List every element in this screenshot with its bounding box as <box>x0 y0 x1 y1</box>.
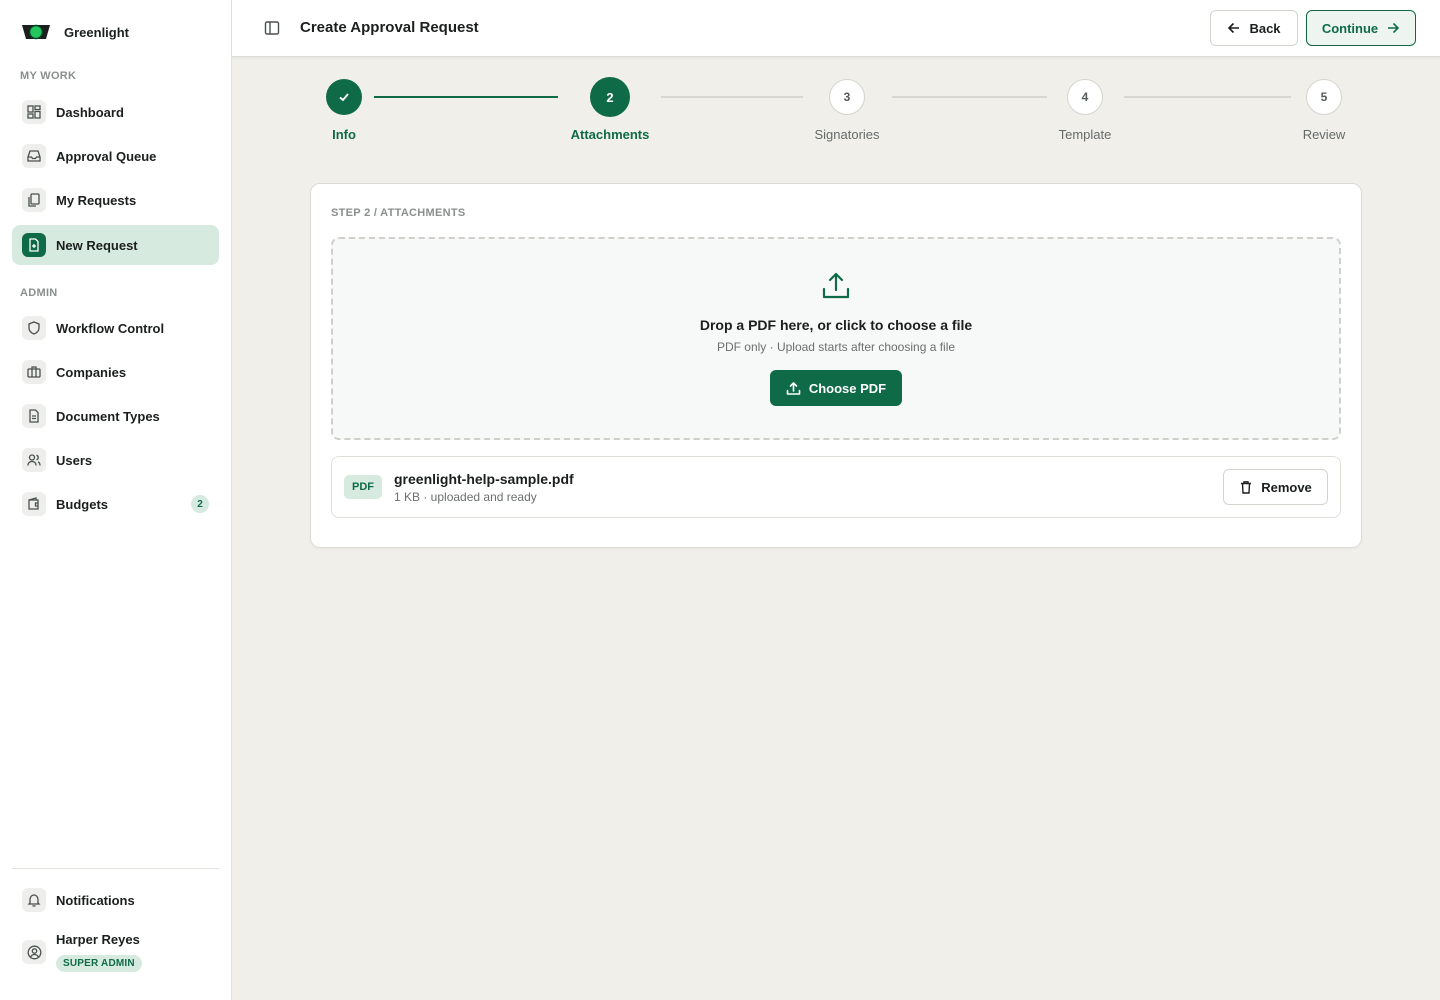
sidebar-item-label: Users <box>56 452 93 468</box>
budgets-count-badge: 2 <box>191 495 209 513</box>
sidebar-item-companies[interactable]: Companies <box>12 352 219 392</box>
arrow-right-icon <box>1386 21 1400 35</box>
step-5-circle[interactable]: 5 <box>1306 79 1342 115</box>
sidebar-toggle-icon[interactable] <box>262 18 282 38</box>
sidebar-item-approval-queue[interactable]: Approval Queue <box>12 136 219 176</box>
files-icon <box>22 188 46 212</box>
sidebar-item-label: My Requests <box>56 192 137 208</box>
section-label-admin: ADMIN <box>20 287 58 299</box>
sidebar-divider <box>12 868 219 869</box>
step-connector-1 <box>374 96 558 98</box>
user-role-badge: SUPER ADMIN <box>56 955 142 972</box>
brand[interactable]: Greenlight <box>20 19 129 45</box>
step-2-circle[interactable]: 2 <box>590 77 630 117</box>
top-bar: Create Approval Request Back Continue <box>232 0 1440 57</box>
remove-label: Remove <box>1261 479 1312 495</box>
inbox-icon <box>22 144 46 168</box>
arrow-left-icon <box>1227 21 1241 35</box>
upload-icon <box>821 271 851 301</box>
sidebar-item-document-types[interactable]: Document Types <box>12 396 219 436</box>
file-type-chip: PDF <box>344 475 382 499</box>
remove-file-button[interactable]: Remove <box>1223 469 1328 505</box>
bell-icon <box>22 888 46 912</box>
file-meta: 1 KB · uploaded and ready <box>394 490 537 504</box>
sidebar-item-label: Approval Queue <box>56 148 157 164</box>
continue-button[interactable]: Continue <box>1306 10 1416 46</box>
step-4-circle[interactable]: 4 <box>1067 79 1103 115</box>
traffic-light-logo-icon <box>20 21 52 43</box>
sidebar-item-my-requests[interactable]: My Requests <box>12 180 219 220</box>
pdf-dropzone[interactable]: Drop a PDF here, or click to choose a fi… <box>331 237 1341 440</box>
uploaded-file-row: PDF greenlight-help-sample.pdf 1 KB · up… <box>331 456 1341 518</box>
step-2-label: Attachments <box>570 127 650 142</box>
section-label-my-work: MY WORK <box>20 70 77 82</box>
choose-pdf-label: Choose PDF <box>808 380 887 396</box>
step-connector-4 <box>1124 96 1291 98</box>
dropzone-subtitle: PDF only · Upload starts after choosing … <box>716 340 956 354</box>
sidebar-item-label: New Request <box>56 237 138 253</box>
sidebar-item-dashboard[interactable]: Dashboard <box>12 92 219 132</box>
sidebar-item-new-request[interactable]: New Request <box>12 225 219 265</box>
dashboard-icon <box>22 100 46 124</box>
step-connector-2 <box>661 96 803 98</box>
user-profile[interactable]: Harper Reyes SUPER ADMIN <box>12 932 219 972</box>
document-icon <box>22 404 46 428</box>
trash-icon <box>1239 480 1253 494</box>
sidebar-item-label: Dashboard <box>56 104 124 120</box>
sidebar: Greenlight MY WORK Dashboard Approval Qu… <box>0 0 232 1000</box>
sidebar-item-budgets[interactable]: Budgets 2 <box>12 484 219 524</box>
shield-icon <box>22 316 46 340</box>
step-3-label: Signatories <box>814 127 880 142</box>
back-button-label: Back <box>1249 20 1281 36</box>
sidebar-item-notifications[interactable]: Notifications <box>12 880 219 920</box>
attachments-card: STEP 2 / ATTACHMENTS Drop a PDF here, or… <box>310 183 1362 548</box>
checkmark-icon <box>337 90 351 104</box>
sidebar-item-label: Notifications <box>56 892 135 908</box>
sidebar-item-label: Workflow Control <box>56 320 165 336</box>
sidebar-item-workflow-control[interactable]: Workflow Control <box>12 308 219 348</box>
step-kicker: STEP 2 / ATTACHMENTS <box>331 207 466 219</box>
step-3-circle[interactable]: 3 <box>829 79 865 115</box>
sidebar-item-label: Budgets <box>56 496 108 512</box>
briefcase-icon <box>22 360 46 384</box>
step-1-label: Info <box>332 127 356 142</box>
file-plus-icon <box>22 233 46 257</box>
page-title: Create Approval Request <box>300 19 479 36</box>
user-circle-icon <box>22 940 46 964</box>
step-connector-3 <box>892 96 1047 98</box>
file-name: greenlight-help-sample.pdf <box>394 471 574 487</box>
step-4-label: Template <box>1058 127 1112 142</box>
upload-icon <box>786 381 801 396</box>
dropzone-title: Drop a PDF here, or click to choose a fi… <box>699 317 973 333</box>
brand-name: Greenlight <box>64 24 130 40</box>
wallet-icon <box>22 492 46 516</box>
back-button[interactable]: Back <box>1210 10 1298 46</box>
step-5-label: Review <box>1302 127 1346 142</box>
sidebar-item-label: Companies <box>56 364 127 380</box>
step-1-circle[interactable] <box>326 79 362 115</box>
continue-button-label: Continue <box>1321 20 1379 36</box>
sidebar-item-users[interactable]: Users <box>12 440 219 480</box>
users-icon <box>22 448 46 472</box>
choose-pdf-button[interactable]: Choose PDF <box>770 370 902 406</box>
user-name: Harper Reyes <box>56 932 140 947</box>
sidebar-item-label: Document Types <box>56 408 160 424</box>
